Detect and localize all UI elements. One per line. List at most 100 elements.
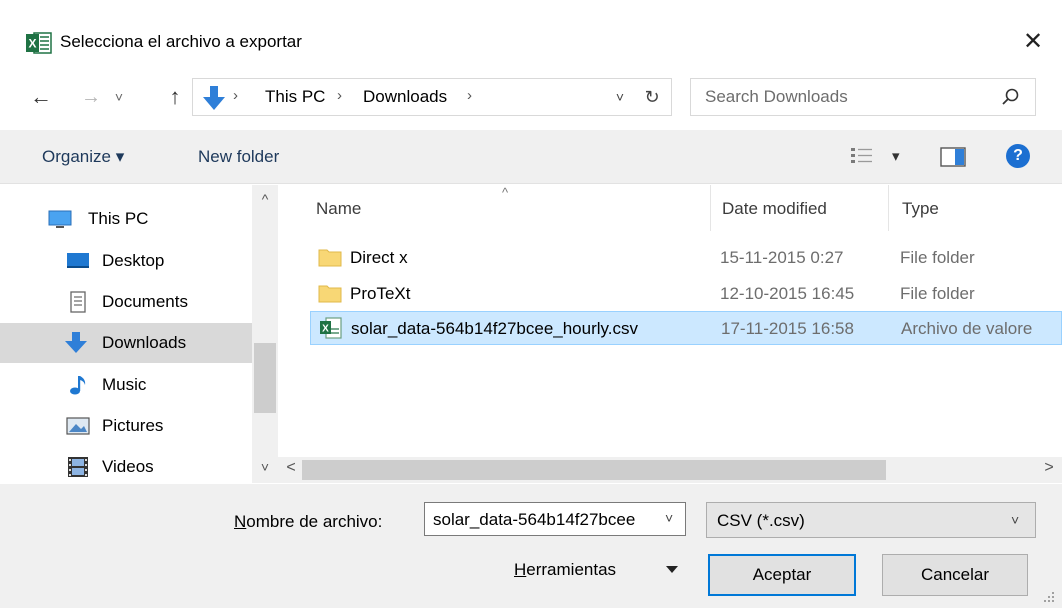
back-arrow-icon: ←	[30, 84, 52, 109]
close-button[interactable]: ✕	[1016, 24, 1050, 60]
sidebar-item-downloads[interactable]: Downloads	[0, 323, 252, 363]
new-folder-button[interactable]: New folder	[198, 147, 279, 167]
address-history-dropdown[interactable]: ˅	[609, 85, 631, 109]
sidebar-item-label: Music	[102, 375, 147, 394]
excel-csv-icon: X	[320, 317, 342, 339]
command-bar: Organize ▾ New folder ▾ ?	[0, 130, 1062, 184]
recent-locations-button[interactable]: ˅	[108, 81, 130, 113]
preview-pane-icon[interactable]	[940, 147, 966, 167]
up-arrow-icon: ↑	[169, 84, 181, 109]
file-type-value: CSV (*.csv)	[717, 511, 805, 530]
file-date: 15-11-2015 0:27	[720, 248, 844, 267]
close-icon: ✕	[1022, 28, 1044, 55]
column-header-type[interactable]: Type	[902, 199, 939, 219]
sidebar-item-pictures[interactable]: Pictures	[0, 406, 252, 446]
downloads-icon	[65, 332, 87, 353]
breadcrumb-downloads[interactable]: Downloads	[363, 87, 447, 107]
chevron-right-icon: >	[1044, 459, 1054, 476]
file-type-select[interactable]: CSV (*.csv) ˅	[706, 502, 1036, 538]
chevron-left-icon: <	[286, 459, 296, 476]
accept-button[interactable]: Aceptar	[708, 554, 856, 596]
file-date: 17-11-2015 16:58	[721, 319, 854, 338]
file-list: ^ Name Date modified Type Direct x 15-11…	[278, 185, 1062, 483]
filename-input[interactable]: solar_data-564b14f27bcee	[433, 510, 659, 530]
file-date: 12-10-2015 16:45	[720, 284, 855, 303]
scroll-right-button[interactable]: >	[1038, 459, 1060, 481]
file-list-horizontal-scrollbar[interactable]: < >	[278, 457, 1062, 483]
chevron-down-icon: ˅	[1011, 512, 1020, 528]
scroll-left-button[interactable]: <	[280, 459, 302, 481]
up-button[interactable]: ↑	[160, 81, 190, 113]
view-options-dropdown[interactable]: ▾	[892, 147, 900, 165]
file-type: Archivo de valore	[901, 319, 1033, 338]
view-details-icon[interactable]	[850, 146, 874, 166]
folder-icon	[318, 249, 342, 267]
sort-indicator-icon: ^	[502, 185, 509, 200]
forward-button[interactable]: →	[76, 81, 106, 113]
scroll-up-button[interactable]: ^	[252, 191, 278, 213]
music-icon	[70, 376, 86, 395]
navigation-pane: This PC Desktop Documents Downloads Musi…	[0, 185, 278, 483]
file-row-solar-data-csv[interactable]: X solar_data-564b14f27bcee_hourly.csv 17…	[310, 311, 1062, 345]
downloads-icon	[203, 86, 225, 110]
refresh-button[interactable]: ↻	[639, 84, 665, 110]
file-type: File folder	[900, 248, 975, 267]
title-bar: X Selecciona el archivo a exportar ✕	[0, 0, 1062, 68]
chevron-down-icon: ˅	[260, 459, 270, 475]
computer-icon	[48, 210, 72, 228]
forward-arrow-icon: →	[81, 86, 101, 108]
sidebar-item-label: Desktop	[102, 251, 165, 270]
caret-down-icon[interactable]	[666, 566, 678, 573]
search-box[interactable]	[690, 78, 1036, 116]
organize-button[interactable]: Organize ▾	[42, 147, 124, 167]
sidebar-item-videos[interactable]: Videos	[0, 447, 252, 487]
videos-icon	[68, 457, 88, 477]
file-row-protext[interactable]: ProTeXt 12-10-2015 16:45 File folder	[310, 277, 1062, 311]
chevron-down-icon[interactable]: ˅	[665, 510, 673, 526]
scroll-down-button[interactable]: ˅	[252, 459, 278, 481]
filename-label: Nombre de archivo:	[234, 512, 382, 532]
window-title: Selecciona el archivo a exportar	[60, 32, 302, 51]
dialog-footer: Nombre de archivo: solar_data-564b14f27b…	[0, 484, 1062, 608]
cancel-button[interactable]: Cancelar	[882, 554, 1028, 596]
resize-grip-icon[interactable]	[1040, 588, 1056, 604]
file-row-direct-x[interactable]: Direct x 15-11-2015 0:27 File folder	[310, 241, 1062, 275]
sidebar-item-desktop[interactable]: Desktop	[0, 241, 252, 281]
file-name: Direct x	[350, 248, 408, 267]
scrollbar-thumb[interactable]	[302, 460, 886, 480]
help-button[interactable]: ?	[1006, 144, 1030, 168]
column-header-date-modified[interactable]: Date modified	[722, 199, 827, 219]
address-bar[interactable]: › This PC › Downloads › ˅ ↻	[192, 78, 672, 116]
pictures-icon	[66, 417, 90, 435]
desktop-icon	[67, 253, 89, 268]
navigation-pane-scrollbar[interactable]: ^ ˅	[252, 185, 278, 483]
back-button[interactable]: ←	[26, 81, 56, 113]
sidebar-item-documents[interactable]: Documents	[0, 282, 252, 322]
file-name: solar_data-564b14f27bcee_hourly.csv	[351, 319, 638, 338]
search-input[interactable]	[705, 86, 985, 108]
folder-icon	[318, 285, 342, 303]
column-divider[interactable]	[888, 185, 889, 231]
chevron-down-icon: ˅	[114, 89, 124, 105]
help-icon: ?	[1013, 147, 1023, 164]
scrollbar-thumb[interactable]	[254, 343, 276, 413]
search-icon	[1002, 88, 1019, 105]
chevron-down-icon: ˅	[615, 89, 625, 105]
breadcrumb-this-pc[interactable]: This PC	[265, 87, 325, 107]
sidebar-item-this-pc[interactable]: This PC	[0, 199, 252, 239]
tools-menu-button[interactable]: Herramientas	[514, 560, 616, 580]
column-divider[interactable]	[710, 185, 711, 231]
breadcrumb-separator: ›	[233, 87, 238, 104]
sidebar-item-label: Downloads	[102, 333, 187, 352]
svg-text:X: X	[28, 37, 36, 51]
sidebar-item-music[interactable]: Music	[0, 365, 252, 405]
sidebar-item-label: Documents	[102, 292, 188, 311]
refresh-icon: ↻	[644, 87, 660, 107]
breadcrumb-separator: ›	[467, 87, 472, 104]
tools-accesskey: H	[514, 560, 527, 579]
filename-combobox[interactable]: solar_data-564b14f27bcee ˅	[424, 502, 686, 536]
file-name: ProTeXt	[350, 284, 411, 303]
sidebar-item-label: This PC	[88, 209, 149, 228]
column-header-name[interactable]: Name	[316, 199, 361, 219]
chevron-up-icon: ^	[261, 191, 269, 207]
